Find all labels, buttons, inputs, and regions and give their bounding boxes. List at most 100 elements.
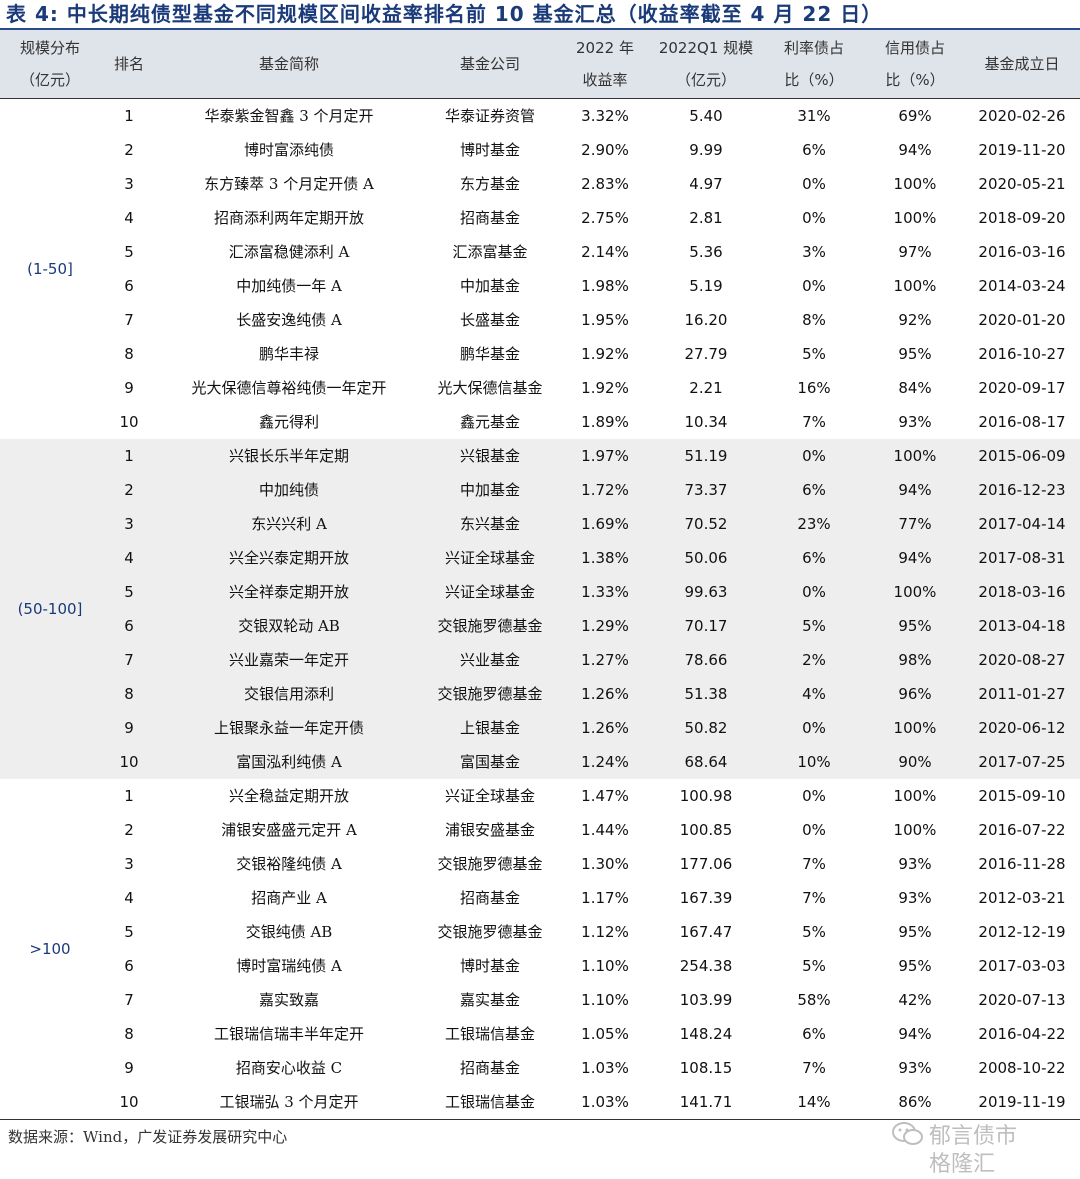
cell-credit-bond-share: 100% [893,821,937,839]
table-row: 10 鑫元得利 鑫元基金 1.89% 10.34 7% 93% 2016-08-17 [0,405,1080,439]
cell-company: 博时基金 [459,957,520,975]
cell-rate-bond-share: 6% [802,549,826,567]
cell-size: 254.38 [679,957,733,975]
cell-rank: 9 [124,719,134,737]
cell-inception-date: 2020-05-21 [978,175,1066,193]
cell-company: 兴证全球基金 [444,583,535,601]
cell-rank: 10 [119,413,139,431]
cell-rate-bond-share: 7% [802,889,826,907]
cell-return: 1.98% [581,277,629,295]
cell-size: 99.63 [684,583,728,601]
cell-company: 东兴基金 [459,515,520,533]
cell-return: 1.72% [581,481,629,499]
cell-size: 4.97 [689,175,723,193]
cell-rate-bond-share: 5% [802,617,826,635]
cell-rank: 2 [124,821,134,839]
cell-credit-bond-share: 100% [893,209,937,227]
cell-size: 50.06 [684,549,728,567]
cell-credit-bond-share: 69% [898,107,932,125]
cell-rate-bond-share: 0% [802,277,826,295]
cell-return: 1.03% [581,1093,629,1111]
table-row: 10 工银瑞弘 3 个月定开 工银瑞信基金 1.03% 141.71 14% 86% 2019… [0,1085,1080,1119]
table-row: 3 东兴兴利 A 东兴基金 1.69% 70.52 23% 77% 2017-04-14 [0,507,1080,541]
cell-inception-date: 2016-03-16 [978,243,1066,261]
table-row: 7 长盛安逸纯债 A 长盛基金 1.95% 16.20 8% 92% 2020-01-20 [0,303,1080,337]
cell-size: 27.79 [684,345,728,363]
cell-inception-date: 2019-11-19 [978,1093,1066,1111]
header-rank-label: 排名 [113,55,144,73]
cell-company: 交银施罗德基金 [437,617,543,635]
cell-fund-name: 交银信用添利 [243,685,334,703]
cell-inception-date: 2020-07-13 [978,991,1066,1009]
cell-credit-bond-share: 77% [898,515,932,533]
cell-fund-name: 工银瑞弘 3 个月定开 [219,1093,359,1111]
cell-size: 5.40 [689,107,723,125]
cell-inception-date: 2016-12-23 [978,481,1066,499]
cell-return: 3.32% [581,107,629,125]
group-section: (50-100] 1 兴银长乐半年定期 兴银基金 1.97% 51.19 0% 100% 201… [0,439,1080,779]
cell-inception-date: 2017-08-31 [978,549,1066,567]
table-row: 5 汇添富稳健添利 A 汇添富基金 2.14% 5.36 3% 97% 2016-03-16 [0,235,1080,269]
cell-size: 100.85 [679,821,733,839]
cell-credit-bond-share: 95% [898,957,932,975]
cell-company: 兴证全球基金 [444,549,535,567]
cell-credit-bond-share: 100% [893,277,937,295]
cell-fund-name: 中加纯债 [258,481,319,499]
cell-company: 工银瑞信基金 [444,1025,535,1043]
table-row: 1 华泰紫金智鑫 3 个月定开 华泰证券资管 3.32% 5.40 31% 69% 2020-… [0,99,1080,133]
cell-credit-bond-share: 96% [898,685,932,703]
cell-inception-date: 2017-04-14 [978,515,1066,533]
cell-rate-bond-share: 7% [802,413,826,431]
cell-rank: 7 [124,991,134,1009]
cell-rank: 10 [119,1093,139,1111]
cell-fund-name: 鑫元得利 [258,413,319,431]
cell-rank: 8 [124,1025,134,1043]
cell-rate-bond-share: 31% [797,107,831,125]
cell-rank: 3 [124,175,134,193]
cell-fund-name: 博时富瑞纯债 A [236,957,342,975]
cell-inception-date: 2012-03-21 [978,889,1066,907]
cell-company: 上银基金 [459,719,520,737]
cell-credit-bond-share: 94% [898,481,932,499]
table-row: 9 光大保德信尊裕纯债一年定开 光大保德信基金 1.92% 2.21 16% 84% 2020… [0,371,1080,405]
cell-size: 68.64 [684,753,728,771]
cell-return: 1.26% [581,719,629,737]
cell-rate-bond-share: 2% [802,651,826,669]
header-name-label: 基金简称 [258,55,319,73]
table-row: 2 浦银安盛盛元定开 A 浦银安盛基金 1.44% 100.85 0% 100% 2016-0… [0,813,1080,847]
cell-credit-bond-share: 94% [898,141,932,159]
cell-rate-bond-share: 7% [802,1059,826,1077]
header-date: 基金成立日 [964,30,1080,98]
cell-rate-bond-share: 0% [802,787,826,805]
table-row: 6 交银双轮动 AB 交银施罗德基金 1.29% 70.17 5% 95% 2013-04-1… [0,609,1080,643]
cell-return: 2.14% [581,243,629,261]
cell-company: 工银瑞信基金 [444,1093,535,1111]
cell-return: 1.95% [581,311,629,329]
cell-credit-bond-share: 94% [898,549,932,567]
cell-rate-bond-share: 3% [802,243,826,261]
cell-return: 2.75% [581,209,629,227]
cell-company: 交银施罗德基金 [437,923,543,941]
cell-fund-name: 华泰紫金智鑫 3 个月定开 [204,107,374,125]
header-size: 2022Q1 规模 （亿元） [650,30,762,98]
watermark: 郁言债市 格隆汇 [889,1116,1074,1177]
header-credit-bond: 信用债占 比（%） [866,30,964,98]
cell-credit-bond-share: 42% [898,991,932,1009]
cell-rank: 10 [119,753,139,771]
header-rank: 排名 [100,30,158,98]
cell-rate-bond-share: 6% [802,1025,826,1043]
cell-rank: 4 [124,209,134,227]
cell-company: 交银施罗德基金 [437,855,543,873]
cell-rank: 7 [124,651,134,669]
cell-return: 1.44% [581,821,629,839]
cell-credit-bond-share: 84% [898,379,932,397]
cell-size: 167.39 [679,889,733,907]
header-date-label: 基金成立日 [984,55,1060,73]
header-credit-line2: 比（%） [885,71,945,89]
cell-fund-name: 招商添利两年定期开放 [213,209,364,227]
cell-inception-date: 2020-01-20 [978,311,1066,329]
cell-inception-date: 2013-04-18 [978,617,1066,635]
header-rate-line2: 比（%） [784,71,844,89]
cell-inception-date: 2014-03-24 [978,277,1066,295]
cell-size: 177.06 [679,855,733,873]
